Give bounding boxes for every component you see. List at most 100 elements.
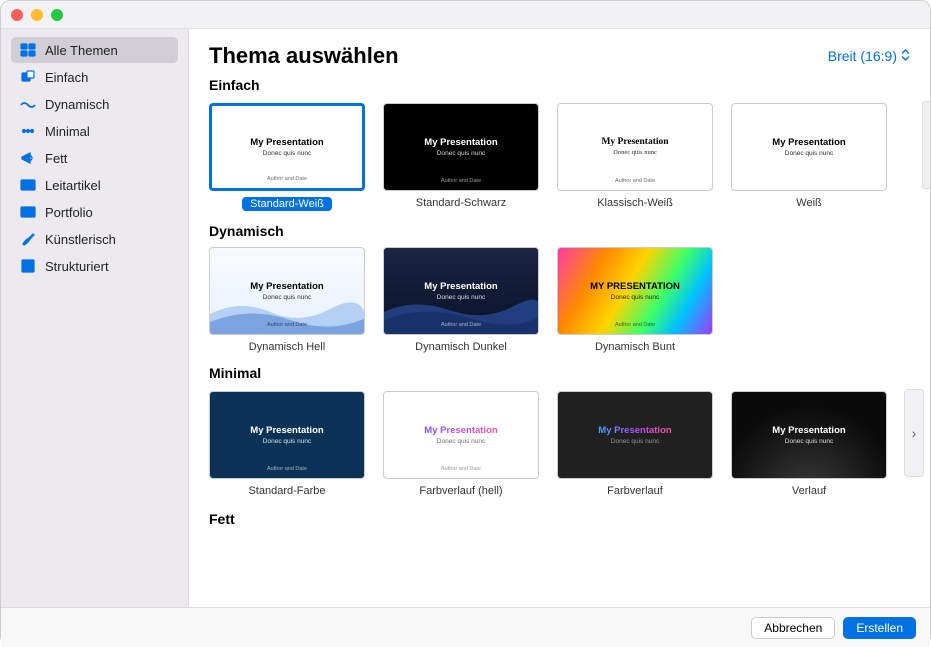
create-button[interactable]: Erstellen [843,617,916,639]
theme-card[interactable]: My Presentation Donec quis nunc Weiß [731,103,887,212]
thumb-title: My Presentation [772,137,845,148]
theme-name-label: Standard-Farbe [248,485,325,497]
scroll-right-button[interactable]: › [904,389,924,477]
thumb-footer: Author and Date [615,178,655,184]
thumb-title: My Presentation [772,425,845,436]
squares-icon [19,68,37,86]
thumb-subtitle: Donec quis nunc [613,149,657,156]
close-window-button[interactable] [11,9,23,21]
minimize-window-button[interactable] [31,9,43,21]
thumb-title: MY PRESENTATION [570,281,700,292]
theme-name-label: Standard-Schwarz [416,197,507,209]
sidebar-item-label: Fett [45,151,67,166]
theme-thumbnail: My PresentationDonec quis nuncAuthor and… [383,103,539,191]
section-title: Einfach [209,77,930,93]
cancel-button[interactable]: Abbrechen [751,617,835,639]
grid-icon [19,41,37,59]
footer: Abbrechen Erstellen [1,607,930,647]
theme-name-label: Dynamisch Hell [249,341,325,353]
theme-name-label: Verlauf [792,485,826,497]
thumb-footer: Author and Date [267,176,307,182]
titlebar [1,1,930,29]
section-title: Minimal [209,365,930,381]
thumb-title: My Presentation [424,425,497,436]
thumb-title: My Presentation [222,281,352,292]
section-title: Dynamisch [209,223,930,239]
theme-name-label: Weiß [796,197,821,209]
theme-card[interactable]: My Presentation Donec quis nunc Author and… [383,391,539,499]
theme-name-label: Standard-Weiß [242,197,332,211]
sidebar-item-label: Portfolio [45,205,93,220]
sidebar-item-dynamisch[interactable]: Dynamisch [11,91,178,117]
sidebar-item-fett[interactable]: Fett [11,145,178,171]
sidebar-item-label: Minimal [45,124,90,139]
sidebar-item-künstlerisch[interactable]: Künstlerisch [11,226,178,252]
sidebar-item-strukturiert[interactable]: Strukturiert [11,253,178,279]
megaphone-icon [19,149,37,167]
aspect-ratio-picker[interactable]: Breit (16:9) [828,48,910,65]
sidebar-item-label: Künstlerisch [45,232,116,247]
section-title: Fett [209,511,930,527]
theme-thumbnail: My PresentationDonec quis nuncAuthor and… [383,247,539,335]
sidebar-item-einfach[interactable]: Einfach [11,64,178,90]
sidebar-item-alle-themen[interactable]: Alle Themen [11,37,178,63]
sidebar: Alle Themen Einfach Dynamisch Minimal Fett Le… [1,29,189,607]
theme-thumbnail: My Presentation Donec quis nunc Author and… [209,391,365,479]
theme-row: My Presentation Donec quis nunc Author and… [209,391,904,499]
theme-thumbnail: My Presentation Donec quis nunc [731,103,887,191]
texture-icon [19,257,37,275]
thumb-title: My Presentation [601,137,668,147]
thumb-subtitle: Donec quis nunc [437,438,485,445]
thumb-footer: Author and Date [441,322,481,328]
overflow-peek [922,101,930,189]
thumb-title: My Presentation [598,425,671,436]
theme-name-label: Farbverlauf [607,485,663,497]
brush-icon [19,230,37,248]
chevron-up-down-icon [901,48,910,65]
thumb-subtitle: Donec quis nunc [396,150,526,157]
thumb-subtitle: Donec quis nunc [611,438,659,445]
thumb-footer: Author and Date [267,466,307,472]
thumb-subtitle: Donec quis nunc [785,150,833,157]
sidebar-item-label: Einfach [45,70,88,85]
header: Thema auswählen Breit (16:9) [189,29,930,77]
theme-card[interactable]: My PresentationDonec quis nuncAuthor and… [209,103,365,212]
theme-card[interactable]: MY PRESENTATION Donec quis nunc Author and… [557,247,713,355]
section-fett: Fett [209,511,930,535]
theme-card[interactable]: My PresentationDonec quis nuncAuthor and… [209,247,365,355]
theme-browser[interactable]: Einfach My Presentation Donec quis nunc Aut… [189,77,930,607]
wave-icon [19,95,37,113]
thumb-subtitle: Donec quis nunc [785,438,833,445]
theme-name-label: Dynamisch Dunkel [415,341,507,353]
theme-card[interactable]: My Presentation Donec quis nunc Verlauf [731,391,887,499]
thumb-subtitle: Donec quis nunc [224,150,350,157]
thumb-subtitle: Donec quis nunc [570,294,700,301]
thumb-subtitle: Donec quis nunc [222,438,352,445]
slide-icon [19,203,37,221]
theme-card[interactable]: My Presentation Donec quis nunc Author and… [209,391,365,499]
page-title: Thema auswählen [209,43,399,69]
thumb-footer: Author and Date [615,322,655,328]
thumb-footer: Author and Date [441,466,481,472]
theme-card[interactable]: My PresentationDonec quis nuncAuthor and… [383,103,539,212]
thumb-subtitle: Donec quis nunc [396,294,526,301]
sidebar-item-leitartikel[interactable]: Leitartikel [11,172,178,198]
theme-card[interactable]: My PresentationDonec quis nuncAuthor and… [383,247,539,355]
theme-row: My Presentation Donec quis nunc Author and… [209,103,922,212]
theme-thumbnail: MY PRESENTATION Donec quis nunc Author and… [557,247,713,335]
sidebar-item-minimal[interactable]: Minimal [11,118,178,144]
theme-card[interactable]: My Presentation Donec quis nunc Author and… [557,103,713,212]
theme-thumbnail: My Presentation Donec quis nunc Author and… [383,391,539,479]
theme-name-label: Dynamisch Bunt [595,341,675,353]
theme-thumbnail: My Presentation Donec quis nunc [557,391,713,479]
sidebar-item-label: Leitartikel [45,178,101,193]
theme-thumbnail: My Presentation Donec quis nunc [731,391,887,479]
thumb-footer: Author and Date [267,322,307,328]
slide-icon [19,176,37,194]
theme-card[interactable]: My Presentation Donec quis nunc Farbverlau… [557,391,713,499]
theme-row: My Presentation Donec quis nunc Author and… [209,247,930,355]
sidebar-item-portfolio[interactable]: Portfolio [11,199,178,225]
fullscreen-window-button[interactable] [51,9,63,21]
main-pane: Thema auswählen Breit (16:9) Einfach My P… [189,29,930,607]
thumb-title: My Presentation [222,425,352,436]
